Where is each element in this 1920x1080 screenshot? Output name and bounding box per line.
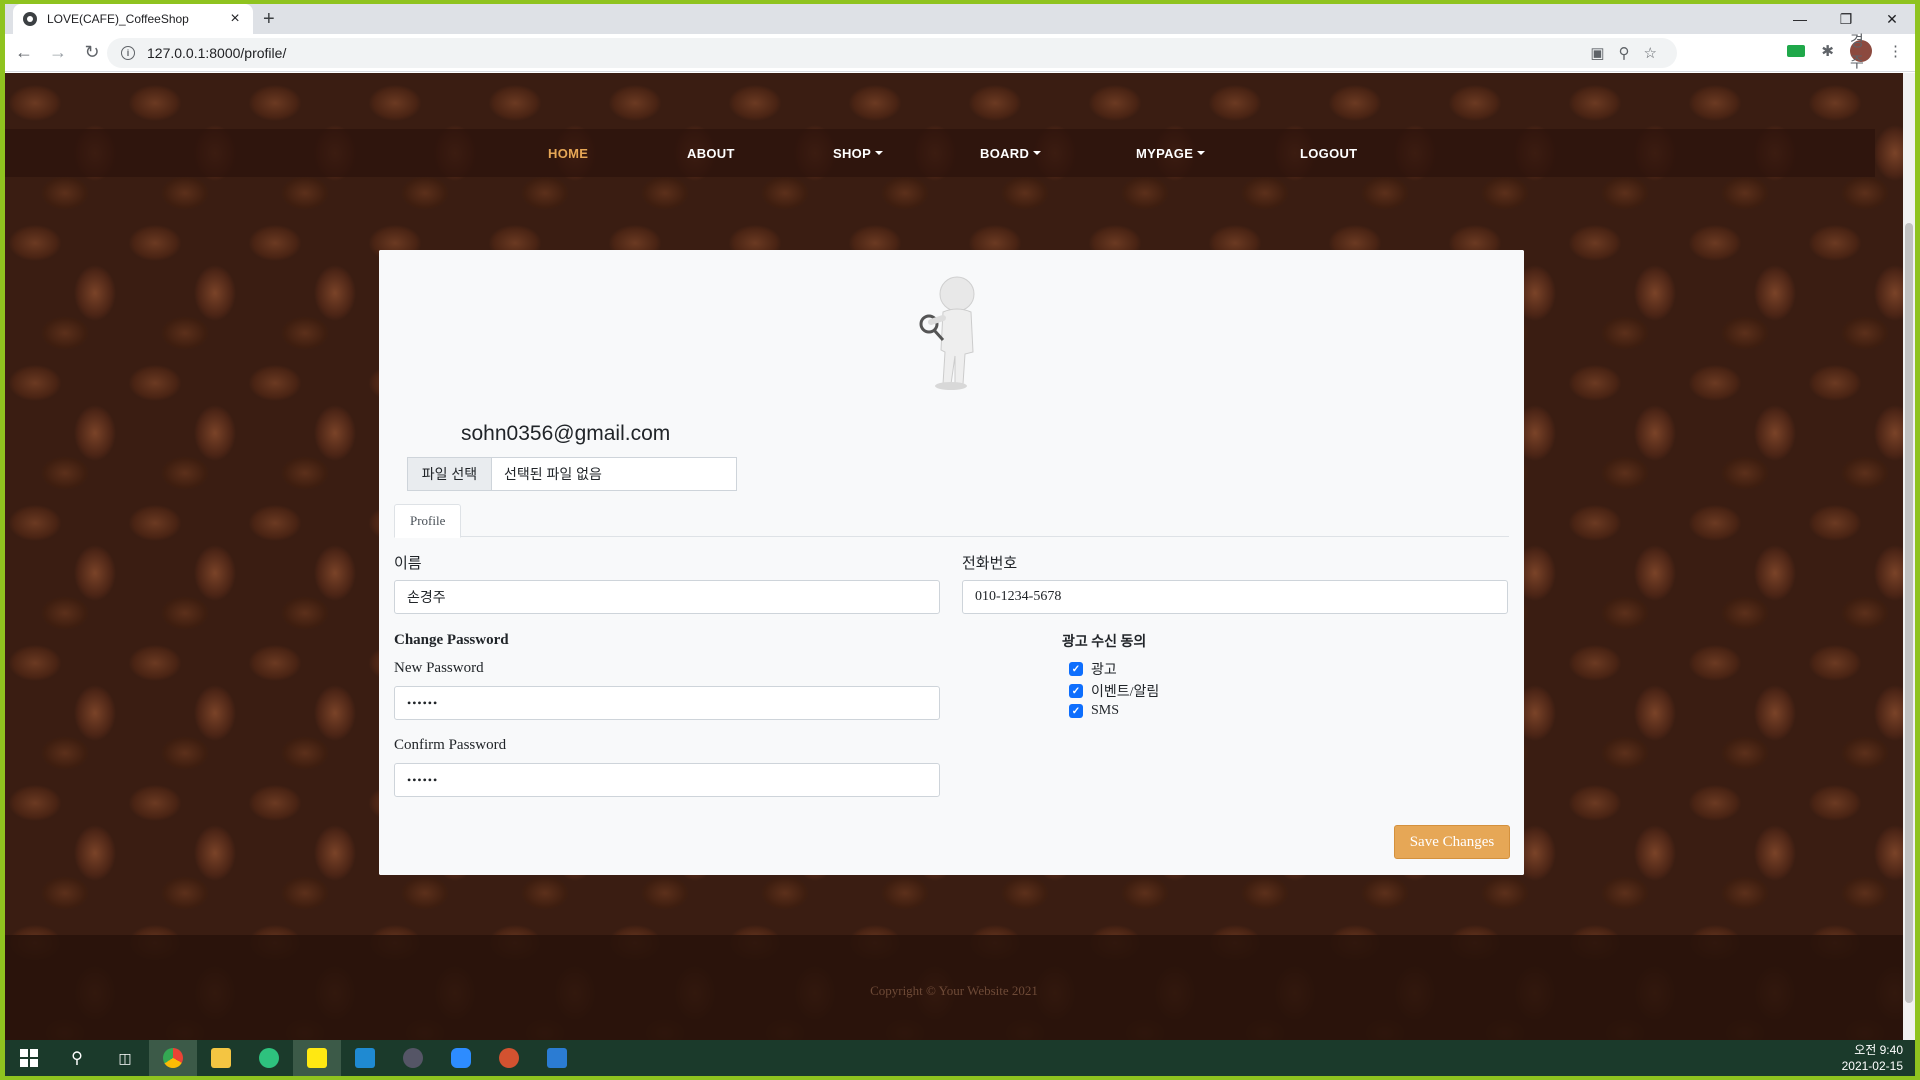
forward-arrow-icon[interactable]: → xyxy=(43,38,73,68)
chevron-down-icon xyxy=(1197,151,1206,155)
profile-card-body: sohn0356@gmail.com 파일 선택 선택된 파일 없음 Profi… xyxy=(379,250,1524,875)
nav-about[interactable]: ABOUT xyxy=(687,129,735,177)
extension-icon[interactable] xyxy=(1787,45,1806,57)
system-clock[interactable]: 오전 9:40 2021-02-15 xyxy=(1842,1042,1903,1074)
scrollbar-thumb[interactable] xyxy=(1905,223,1913,1003)
profile-card: sohn0356@gmail.com 파일 선택 선택된 파일 없음 Profi… xyxy=(379,250,1524,875)
phone-input[interactable]: 010-1234-5678 xyxy=(962,580,1508,614)
consent-sms[interactable]: ✓ SMS xyxy=(1069,703,1119,719)
confirm-password-input[interactable]: •••••• xyxy=(394,763,940,797)
address-bar[interactable]: i 127.0.0.1:8000/profile/ ▣ ⚲ ☆ xyxy=(107,38,1677,68)
search-button[interactable]: ⚲ xyxy=(53,1040,101,1076)
omnibox-actions: ▣ ⚲ ☆ xyxy=(1590,44,1657,62)
consent-sms-label: SMS xyxy=(1091,703,1120,718)
name-input[interactable]: 손경주 xyxy=(394,580,940,614)
back-arrow-icon[interactable]: ← xyxy=(9,38,39,68)
chevron-down-icon xyxy=(1033,151,1042,155)
nav-shop[interactable]: SHOP xyxy=(833,129,884,177)
kakaotalk-taskbar-item[interactable] xyxy=(293,1040,341,1076)
translate-icon[interactable]: ▣ xyxy=(1590,44,1604,62)
clock-date: 2021-02-15 xyxy=(1841,1059,1903,1073)
confirm-password-label: Confirm Password xyxy=(394,737,507,753)
search-icon: ⚲ xyxy=(71,1050,83,1067)
checkbox-checked-icon[interactable]: ✓ xyxy=(1069,662,1083,676)
favicon-icon xyxy=(23,12,37,26)
gear-icon xyxy=(403,1048,423,1068)
taskbar: ⚲ ◫ 오전 9:40 2021-02-15 xyxy=(5,1040,1915,1076)
tab-title: LOVE(CAFE)_CoffeeShop xyxy=(47,12,189,26)
start-button[interactable] xyxy=(5,1040,53,1076)
user-email: sohn0356@gmail.com xyxy=(461,422,671,445)
puzzle-icon[interactable]: ✱ xyxy=(1821,42,1834,60)
checklist-icon xyxy=(547,1048,567,1068)
file-status-text: 선택된 파일 없음 xyxy=(504,466,602,482)
checkbox-checked-icon[interactable]: ✓ xyxy=(1069,704,1083,718)
chrome-icon xyxy=(163,1048,183,1068)
consent-event[interactable]: ✓ 이벤트/알림 xyxy=(1069,681,1159,701)
app-taskbar-item[interactable] xyxy=(533,1040,581,1076)
powerpoint-icon xyxy=(499,1048,519,1068)
consent-ad[interactable]: ✓ 광고 xyxy=(1069,659,1117,679)
tab-strip: LOVE(CAFE)_CoffeeShop × + — ❐ ✕ xyxy=(5,4,1915,34)
folder-icon xyxy=(211,1048,231,1068)
name-label: 이름 xyxy=(394,556,422,572)
consent-ad-label: 광고 xyxy=(1091,663,1117,678)
site-info-icon[interactable]: i xyxy=(121,46,135,60)
task-view-button[interactable]: ◫ xyxy=(101,1040,149,1076)
consent-event-label: 이벤트/알림 xyxy=(1091,685,1160,700)
profile-avatar[interactable]: 경주 xyxy=(1850,33,1872,71)
copyright-text: Copyright © Your Website 2021 xyxy=(870,983,1038,998)
nav-logout[interactable]: LOGOUT xyxy=(1300,129,1357,177)
checkbox-checked-icon[interactable]: ✓ xyxy=(1069,684,1083,698)
task-view-icon: ◫ xyxy=(118,1049,132,1066)
profile-picture xyxy=(919,276,975,390)
video-camera-icon xyxy=(451,1048,471,1068)
nav-home[interactable]: HOME xyxy=(548,129,588,177)
zoom-taskbar-item[interactable] xyxy=(437,1040,485,1076)
reload-icon[interactable]: ↻ xyxy=(77,38,107,68)
vscode-taskbar-item[interactable] xyxy=(341,1040,389,1076)
chat-icon xyxy=(307,1048,327,1068)
phone-label: 전화번호 xyxy=(962,556,1018,572)
menu-kebab-icon[interactable]: ⋮ xyxy=(1888,42,1903,60)
chrome-taskbar-item[interactable] xyxy=(149,1040,197,1076)
site-footer: Copyright © Your Website 2021 xyxy=(5,935,1903,1040)
change-password-heading: Change Password xyxy=(394,632,509,648)
save-changes-button[interactable]: Save Changes xyxy=(1394,825,1510,859)
bookmark-star-icon[interactable]: ☆ xyxy=(1644,44,1657,62)
tab-profile[interactable]: Profile xyxy=(394,504,462,538)
file-upload-input[interactable]: 파일 선택 선택된 파일 없음 xyxy=(407,457,737,491)
vscode-icon xyxy=(355,1048,375,1068)
new-password-input[interactable]: •••••• xyxy=(394,686,940,720)
nav-mypage[interactable]: MYPAGE xyxy=(1136,129,1206,177)
close-tab-icon[interactable]: × xyxy=(227,10,243,28)
extension-area: ✱ 경주 ⋮ xyxy=(1787,33,1903,71)
explorer-taskbar-item[interactable] xyxy=(197,1040,245,1076)
browser-toolbar: ← → ↻ i 127.0.0.1:8000/profile/ ▣ ⚲ ☆ ✱ … xyxy=(5,33,1915,72)
window-close-icon[interactable]: ✕ xyxy=(1869,4,1915,34)
choose-file-button[interactable]: 파일 선택 xyxy=(408,458,492,490)
zoom-icon[interactable]: ⚲ xyxy=(1619,44,1630,62)
maps-taskbar-item[interactable] xyxy=(245,1040,293,1076)
browser-tab[interactable]: LOVE(CAFE)_CoffeeShop × xyxy=(13,4,253,34)
settings-taskbar-item[interactable] xyxy=(389,1040,437,1076)
profile-tabs: Profile xyxy=(394,504,1509,538)
chevron-down-icon xyxy=(875,151,884,155)
clock-time: 오전 9:40 xyxy=(1854,1043,1903,1057)
window-controls: — ❐ ✕ xyxy=(1777,4,1915,34)
page-viewport: HOME ABOUT SHOP BOARD MYPAGE LOGOUT sohn… xyxy=(5,73,1903,1040)
url-text: 127.0.0.1:8000/profile/ xyxy=(147,45,287,61)
browser-window: LOVE(CAFE)_CoffeeShop × + — ❐ ✕ ← → ↻ i … xyxy=(5,4,1915,1040)
new-tab-button[interactable]: + xyxy=(263,8,275,31)
windows-icon xyxy=(20,1049,38,1067)
map-pin-icon xyxy=(259,1048,279,1068)
consent-heading: 광고 수신 동의 xyxy=(1062,635,1147,650)
new-password-label: New Password xyxy=(394,660,484,676)
powerpoint-taskbar-item[interactable] xyxy=(485,1040,533,1076)
nav-board[interactable]: BOARD xyxy=(980,129,1042,177)
page-scrollbar[interactable] xyxy=(1903,73,1915,1040)
site-nav: HOME ABOUT SHOP BOARD MYPAGE LOGOUT xyxy=(5,129,1875,177)
minimize-icon[interactable]: — xyxy=(1777,4,1823,34)
